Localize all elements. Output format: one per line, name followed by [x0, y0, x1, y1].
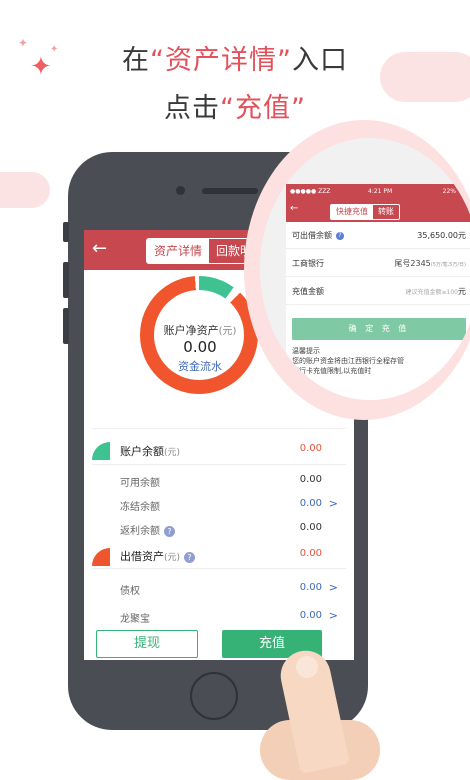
chevron-right-icon[interactable]: >	[329, 581, 338, 594]
balance-header: 账户余额(元) 0.00	[84, 439, 354, 461]
battery-label: 22%	[442, 188, 456, 195]
phone-side-button	[63, 308, 69, 344]
rebate-balance-value: 0.00	[299, 522, 322, 533]
bank-tail-number: 尾号2345(5万/笔,5万/日)	[394, 259, 466, 268]
list-item: 可用余额 0.00	[84, 470, 354, 492]
balance-value: 0.00	[299, 443, 322, 454]
confirm-recharge-button[interactable]: 确 定 充 值	[292, 318, 466, 340]
tab-quick-recharge[interactable]: 快捷充值	[331, 205, 373, 219]
info-icon[interactable]: ?	[164, 525, 175, 537]
time-label: 4:21 PM	[368, 188, 393, 195]
phone-speaker	[202, 188, 258, 194]
tips-text: 银行卡充值限制,以充值时	[292, 367, 372, 375]
phone-camera	[176, 186, 185, 195]
tips-text: 您的账户资金将由江西银行全程存管	[292, 357, 404, 365]
recharge-amount-input[interactable]: 建议充值金额≥100元	[406, 286, 466, 297]
chevron-right-icon[interactable]: >	[329, 609, 338, 622]
list-item[interactable]: 债权 0.00 >	[84, 578, 354, 600]
recharge-amount-row[interactable]: 充值金额 建议充值金额≥100元	[286, 278, 470, 305]
frozen-balance-label: 冻结余额	[120, 502, 160, 513]
cloud-decoration	[0, 172, 50, 208]
status-bar: ●●●●● ZZZ 4:21 PM 22%	[286, 184, 470, 200]
available-balance-value: 0.00	[299, 474, 322, 485]
lending-title: 出借资产(元)?	[120, 548, 196, 564]
longjubao-value: 0.00	[299, 610, 322, 621]
phone-side-button	[63, 262, 69, 298]
claims-label: 债权	[120, 586, 140, 597]
available-balance-value: 35,650.00元	[417, 231, 466, 240]
bank-name: 工商银行	[292, 259, 324, 268]
headline-line2: 点击“充值”	[164, 93, 306, 124]
balance-title: 账户余额(元)	[120, 445, 181, 458]
info-icon[interactable]: ?	[336, 231, 344, 240]
tips-section: 温馨提示 您的账户资金将由江西银行全程存管 银行卡充值限制,以充值时	[292, 346, 470, 376]
available-balance-label: 可出借余额?	[292, 230, 344, 241]
nav-bar: ← 快捷充值 转账	[286, 200, 470, 222]
tab-switch: 资产详情 回款明	[146, 238, 261, 264]
divider	[92, 428, 346, 429]
list-item[interactable]: 冻结余额 0.00 >	[84, 494, 354, 516]
arrow-left-icon[interactable]: ←	[92, 238, 107, 259]
chevron-right-icon[interactable]: >	[329, 497, 338, 510]
divider	[92, 464, 346, 465]
info-icon[interactable]: ?	[184, 551, 196, 563]
arrow-left-icon[interactable]: ←	[290, 203, 298, 214]
available-balance-label: 可用余额	[120, 478, 160, 489]
bank-card-row[interactable]: 工商银行 尾号2345(5万/笔,5万/日)	[286, 250, 470, 277]
longjubao-label: 龙聚宝	[120, 614, 150, 625]
lending-value: 0.00	[299, 548, 322, 559]
recharge-amount-label: 充值金额	[292, 287, 324, 296]
home-button[interactable]	[190, 672, 238, 720]
frozen-balance-value: 0.00	[299, 498, 322, 509]
tips-title: 温馨提示	[292, 347, 320, 355]
divider	[92, 568, 346, 569]
list-item: 返利余额? 0.00	[84, 518, 354, 540]
tab-asset-details[interactable]: 资产详情	[147, 239, 210, 263]
list-item[interactable]: 龙聚宝 0.00 >	[84, 606, 354, 628]
tab-transfer[interactable]: 转账	[373, 205, 399, 219]
rebate-balance-label: 返利余额?	[120, 522, 175, 537]
fund-flow-link[interactable]: 资金流水	[144, 358, 256, 374]
net-asset-value: 0.00	[183, 338, 217, 356]
phone-side-button	[63, 222, 69, 242]
net-asset-label: 账户净资产(元)	[163, 324, 237, 337]
zoomed-recharge-screen: ●●●●● ZZZ 4:21 PM 22% ← 快捷充值 转账 可出借余额? 3…	[286, 184, 470, 400]
zoom-magnifier: ●●●●● ZZZ 4:21 PM 22% ← 快捷充值 转账 可出借余额? 3…	[260, 138, 470, 400]
claims-value: 0.00	[299, 582, 322, 593]
carrier-label: ●●●●● ZZZ	[290, 188, 331, 195]
withdraw-button[interactable]: 提现	[96, 630, 198, 658]
available-balance-row: 可出借余额? 35,650.00元	[286, 222, 470, 249]
lending-header: 出借资产(元)? 0.00	[84, 544, 354, 566]
headline-line1: 在“资产详情”入口	[122, 45, 348, 76]
tab-switch: 快捷充值 转账	[330, 204, 400, 220]
